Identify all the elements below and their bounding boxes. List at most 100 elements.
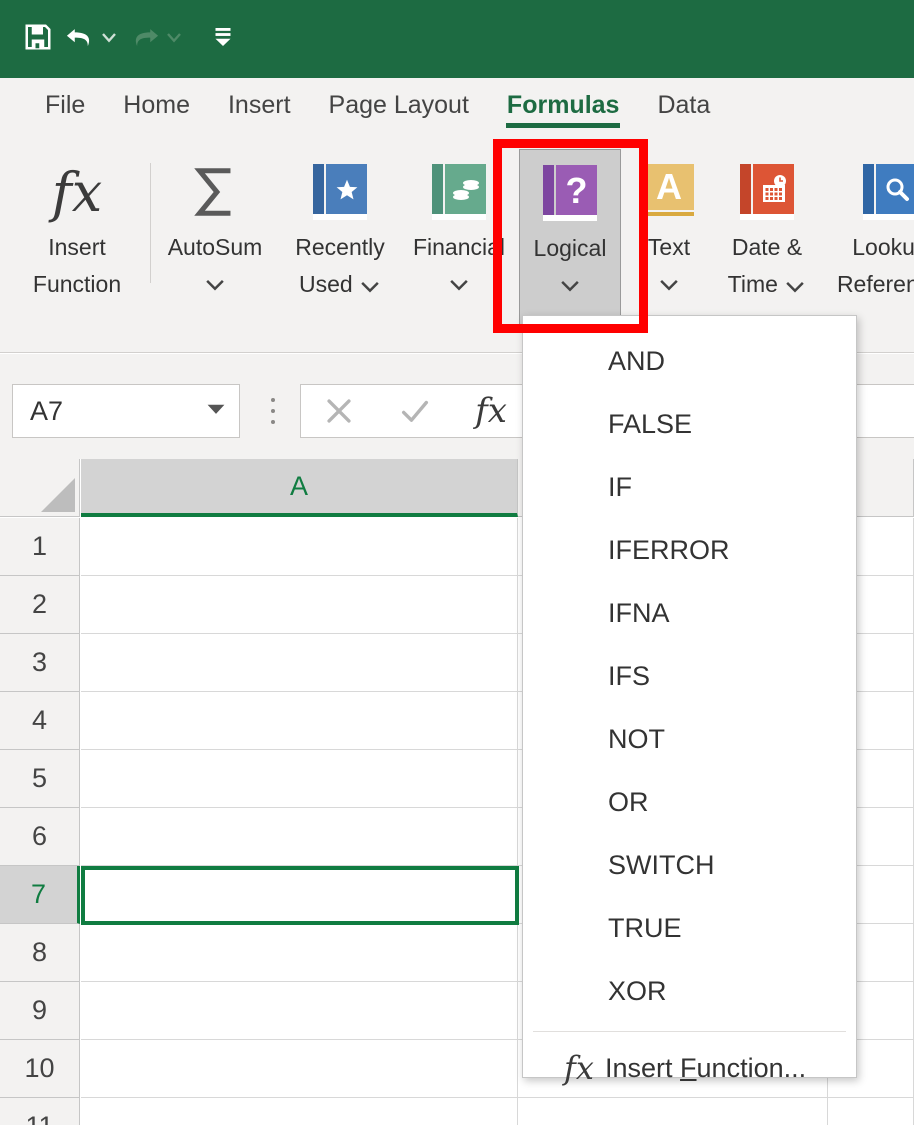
menu-item-not[interactable]: NOT	[523, 708, 856, 771]
financial-label: Financial	[412, 234, 506, 260]
cell-a10[interactable]	[81, 1040, 518, 1098]
row-header-8[interactable]: 8	[0, 924, 80, 982]
recently-used-button[interactable]: Recently Used	[280, 149, 400, 303]
financial-button[interactable]: Financial	[400, 149, 518, 303]
menu-item-or[interactable]: OR	[523, 771, 856, 834]
column-header-a[interactable]: A	[81, 459, 518, 517]
row-header-2[interactable]: 2	[0, 576, 80, 634]
redo-icon	[128, 22, 162, 57]
tab-page-layout[interactable]: Page Layout	[310, 78, 488, 122]
menu-item-if[interactable]: IF	[523, 456, 856, 519]
row-header-7[interactable]: 7	[0, 866, 80, 924]
name-box-chevron-down-icon[interactable]	[206, 402, 239, 421]
redo-button	[123, 16, 188, 62]
cell-a11[interactable]	[81, 1098, 518, 1125]
undo-icon	[63, 22, 97, 57]
row-header-10[interactable]: 10	[0, 1040, 80, 1098]
dot	[271, 420, 275, 424]
cell-a4[interactable]	[81, 692, 518, 750]
tab-data[interactable]: Data	[638, 78, 729, 122]
row-header-6[interactable]: 6	[0, 808, 80, 866]
row-header-1[interactable]: 1	[0, 518, 80, 576]
formula-bar-expand-handle[interactable]	[263, 384, 283, 438]
menu-item-false[interactable]: FALSE	[523, 393, 856, 456]
tab-insert[interactable]: Insert	[209, 78, 310, 122]
enter-check-icon[interactable]	[377, 385, 453, 437]
recently-used-caret-icon	[361, 281, 379, 293]
insert-function-menu-label: Insert Function...	[605, 1053, 806, 1084]
book-star-icon	[313, 155, 367, 229]
ribbon-tab-bar: File Home Insert Page Layout Formulas Da…	[0, 78, 914, 141]
row-header-11[interactable]: 11	[0, 1098, 80, 1125]
logical-dropdown-menu: AND FALSE IF IFERROR IFNA IFS NOT OR SWI…	[522, 315, 857, 1087]
book-calendar-clock-icon	[740, 155, 794, 229]
insert-function-label-line1: Insert	[48, 234, 106, 260]
tab-home[interactable]: Home	[104, 78, 209, 122]
insert-function-label-after: unction...	[696, 1052, 807, 1083]
autosum-caret-icon[interactable]	[204, 266, 226, 303]
name-box[interactable]: A7	[12, 384, 240, 438]
logical-caret-icon[interactable]	[559, 267, 581, 304]
tab-file[interactable]: File	[26, 78, 104, 122]
text-a-icon: A	[642, 155, 696, 229]
menu-item-ifs[interactable]: IFS	[523, 645, 856, 708]
autosum-button[interactable]: AutoSum	[156, 149, 274, 303]
select-all-triangle-icon	[41, 478, 75, 512]
cell-a6[interactable]	[81, 808, 518, 866]
cell-a3[interactable]	[81, 634, 518, 692]
lookup-reference-button[interactable]: Lookup Reference	[830, 149, 914, 303]
autosum-label: AutoSum	[167, 234, 263, 260]
cell-a1[interactable]	[81, 518, 518, 576]
customize-quick-access-toolbar-button[interactable]	[206, 16, 240, 62]
logical-button[interactable]: ? Logical	[519, 149, 621, 329]
redo-caret-icon	[165, 28, 183, 51]
sigma-icon	[185, 155, 245, 229]
ribbon-divider	[150, 163, 151, 283]
row-header-5[interactable]: 5	[0, 750, 80, 808]
logical-label: Logical	[533, 235, 607, 261]
dot	[271, 398, 275, 402]
row-header-4[interactable]: 4	[0, 692, 80, 750]
undo-button[interactable]	[58, 16, 123, 62]
select-all-corner-button[interactable]	[0, 459, 80, 517]
menu-item-iferror[interactable]: IFERROR	[523, 519, 856, 582]
recently-used-label-line2: Used	[299, 266, 381, 303]
book-search-icon	[863, 155, 914, 229]
menu-item-true[interactable]: TRUE	[523, 897, 856, 960]
insert-function-label-line2: Function	[32, 271, 122, 297]
cell-a5[interactable]	[81, 750, 518, 808]
financial-caret-icon[interactable]	[448, 266, 470, 303]
undo-caret-icon[interactable]	[100, 28, 118, 51]
tab-formulas[interactable]: Formulas	[488, 78, 639, 128]
active-cell-a7[interactable]	[81, 866, 519, 925]
recently-used-label-line2-text: Used	[298, 271, 353, 297]
date-time-label-line1: Date &	[731, 234, 803, 260]
text-caret-icon[interactable]	[658, 266, 680, 303]
quick-access-toolbar	[0, 0, 914, 78]
fx-icon: fx	[564, 1049, 594, 1087]
cancel-x-icon[interactable]	[301, 385, 377, 437]
cell-a8[interactable]	[81, 924, 518, 982]
customize-quick-access-toolbar-icon	[211, 25, 235, 54]
text-label: Text	[647, 234, 691, 260]
menu-item-switch[interactable]: SWITCH	[523, 834, 856, 897]
menu-item-xor[interactable]: XOR	[523, 960, 856, 1023]
cell-a2[interactable]	[81, 576, 518, 634]
date-time-button[interactable]: Date & Time	[712, 149, 822, 303]
text-button[interactable]: A Text	[630, 149, 708, 303]
menu-item-and[interactable]: AND	[523, 330, 856, 393]
insert-function-fx-icon[interactable]: fx	[453, 385, 529, 437]
fx-icon: fx	[51, 160, 103, 224]
insert-function-button[interactable]: fx Insert Function	[8, 149, 146, 303]
book-question-icon: ?	[543, 156, 597, 230]
insert-function-label-before: Insert	[605, 1052, 681, 1083]
menu-item-insert-function[interactable]: fx Insert Function...	[523, 1032, 856, 1104]
book-coins-icon	[432, 155, 486, 229]
cell-a9[interactable]	[81, 982, 518, 1040]
date-time-caret-icon	[786, 281, 805, 293]
menu-item-ifna[interactable]: IFNA	[523, 582, 856, 645]
save-button[interactable]	[18, 16, 58, 62]
row-header-9[interactable]: 9	[0, 982, 80, 1040]
row-header-3[interactable]: 3	[0, 634, 80, 692]
insert-function-accel-key: F	[680, 1052, 697, 1083]
